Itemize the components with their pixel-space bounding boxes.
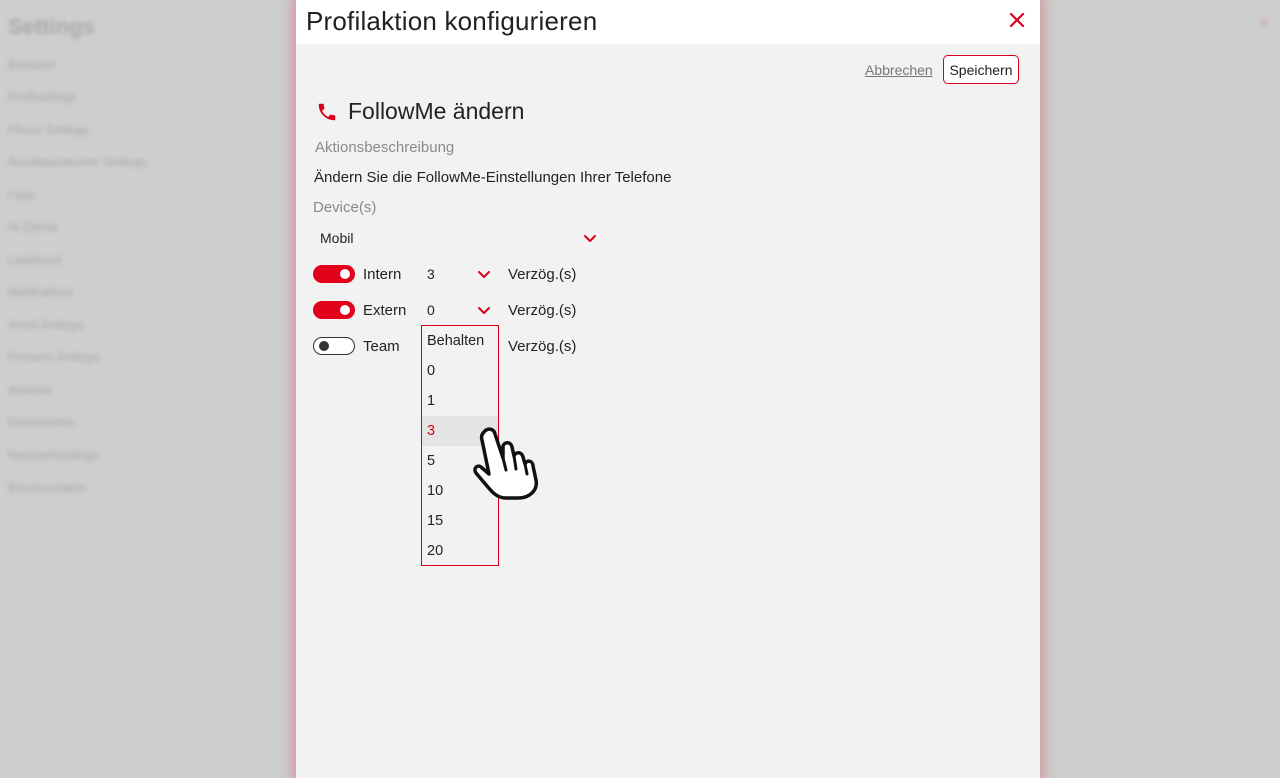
dropdown-option[interactable]: 0: [422, 356, 498, 386]
delay-select-extern[interactable]: 0: [421, 298, 495, 322]
dropdown-option-highlighted[interactable]: 3: [422, 416, 498, 446]
dropdown-option[interactable]: 5: [422, 446, 498, 476]
dropdown-option[interactable]: 15: [422, 506, 498, 536]
profile-action-dialog: Profilaktion konfigurieren Abbrechen Spe…: [296, 0, 1040, 778]
dropdown-option[interactable]: 10: [422, 476, 498, 506]
toggle-knob: [340, 269, 350, 279]
toggle-knob: [319, 340, 329, 351]
chevron-down-icon: [584, 235, 596, 242]
device-select-value: Mobil: [320, 230, 354, 246]
section-title: FollowMe ändern: [348, 98, 525, 124]
delay-select-intern[interactable]: 3: [421, 262, 495, 286]
description-text: Ändern Sie die FollowMe-Einstellungen Ih…: [314, 169, 672, 186]
unit-label-intern: Verzög.(s): [508, 266, 577, 283]
row-label-extern: Extern: [363, 302, 407, 319]
dropdown-option[interactable]: 1: [422, 386, 498, 416]
dropdown-option[interactable]: Behalten: [422, 326, 498, 356]
phone-icon: [318, 103, 336, 121]
row-label-intern: Intern: [363, 266, 402, 283]
delay-select-value: 3: [427, 266, 435, 282]
chevron-down-icon: [478, 271, 490, 278]
toggle-extern[interactable]: [313, 301, 355, 319]
delay-dropdown-list: Behalten 0 1 3 5 10 15 20: [421, 325, 499, 566]
dropdown-option[interactable]: 20: [422, 536, 498, 566]
chevron-down-icon: [478, 307, 490, 314]
description-label: Aktionsbeschreibung: [315, 139, 455, 156]
toggle-team[interactable]: [313, 337, 355, 355]
devices-label: Device(s): [313, 199, 377, 216]
toggle-intern[interactable]: [313, 265, 355, 283]
close-icon[interactable]: [1006, 7, 1028, 33]
row-label-team: Team: [363, 338, 400, 355]
device-select[interactable]: Mobil: [314, 226, 602, 250]
delay-select-value: 0: [427, 302, 435, 318]
unit-label-extern: Verzög.(s): [508, 302, 577, 319]
save-button[interactable]: Speichern: [943, 55, 1019, 84]
unit-label-team: Verzög.(s): [508, 338, 577, 355]
cancel-button[interactable]: Abbrechen: [865, 62, 933, 78]
dialog-title: Profilaktion konfigurieren: [306, 6, 598, 36]
dialog-header: Profilaktion konfigurieren: [296, 0, 1040, 44]
toggle-knob: [340, 305, 350, 315]
